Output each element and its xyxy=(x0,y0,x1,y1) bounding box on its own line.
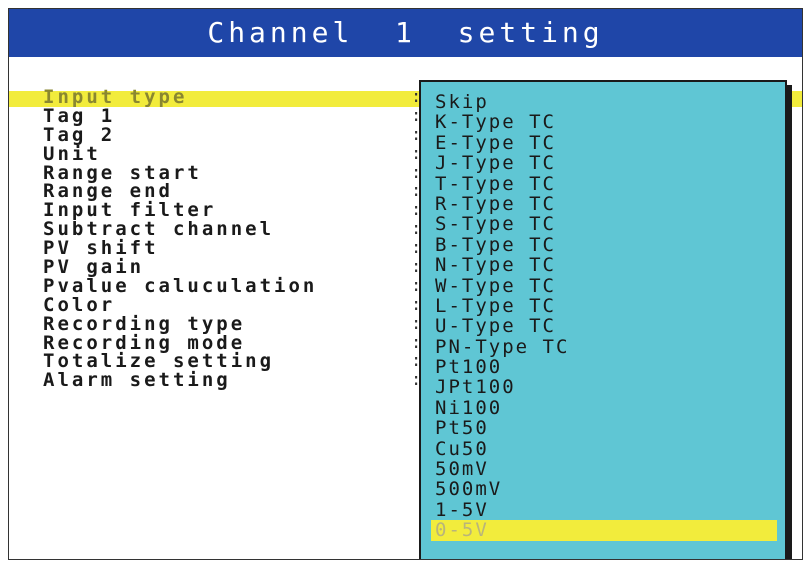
option-u-type-tc[interactable]: U-Type TC xyxy=(431,316,777,337)
option-k-type-tc[interactable]: K-Type TC xyxy=(431,112,777,133)
option-skip[interactable]: Skip xyxy=(431,92,777,113)
option-r-type-tc[interactable]: R-Type TC xyxy=(431,194,777,215)
option-1-5v[interactable]: 1-5V xyxy=(431,499,777,520)
option-pn-type-tc[interactable]: PN-Type TC xyxy=(431,336,777,357)
option-pt50[interactable]: Pt50 xyxy=(431,418,777,439)
menu-item-alarm-setting[interactable]: Alarm setting xyxy=(43,371,317,390)
option-500mv[interactable]: 500mV xyxy=(431,479,777,500)
option-t-type-tc[interactable]: T-Type TC xyxy=(431,173,777,194)
option-ni100[interactable]: Ni100 xyxy=(431,397,777,418)
input-type-dropdown[interactable]: Skip K-Type TC E-Type TC J-Type TC T-Typ… xyxy=(419,80,787,559)
input-type-options: Skip K-Type TC E-Type TC J-Type TC T-Typ… xyxy=(431,92,777,541)
window-title: Channel 1 setting xyxy=(9,9,802,57)
settings-menu: Input type Tag 1 Tag 2 Unit Range start … xyxy=(43,88,317,390)
option-jpt100[interactable]: JPt100 xyxy=(431,377,777,398)
option-j-type-tc[interactable]: J-Type TC xyxy=(431,153,777,174)
menu-item-unit[interactable]: Unit xyxy=(43,144,317,164)
menu-item-tag-1[interactable]: Tag 1 xyxy=(43,106,317,126)
option-s-type-tc[interactable]: S-Type TC xyxy=(431,214,777,235)
menu-item-tag-2[interactable]: Tag 2 xyxy=(43,125,317,145)
settings-window: Channel 1 setting Input type Tag 1 Tag 2… xyxy=(8,8,803,560)
option-pt100[interactable]: Pt100 xyxy=(431,357,777,378)
selected-row-highlight-edge xyxy=(796,91,802,107)
option-e-type-tc[interactable]: E-Type TC xyxy=(431,132,777,153)
option-w-type-tc[interactable]: W-Type TC xyxy=(431,275,777,296)
option-l-type-tc[interactable]: L-Type TC xyxy=(431,296,777,317)
menu-item-recording-type[interactable]: Recording type xyxy=(43,314,317,334)
option-b-type-tc[interactable]: B-Type TC xyxy=(431,234,777,255)
option-50mv[interactable]: 50mV xyxy=(431,459,777,480)
option-cu50[interactable]: Cu50 xyxy=(431,438,777,459)
option-n-type-tc[interactable]: N-Type TC xyxy=(431,255,777,276)
menu-item-pvalue-calculation[interactable]: Pvalue caluculation xyxy=(43,276,317,296)
option-0-5v[interactable]: 0-5V xyxy=(431,520,777,541)
menu-item-color[interactable]: Color xyxy=(43,295,317,315)
